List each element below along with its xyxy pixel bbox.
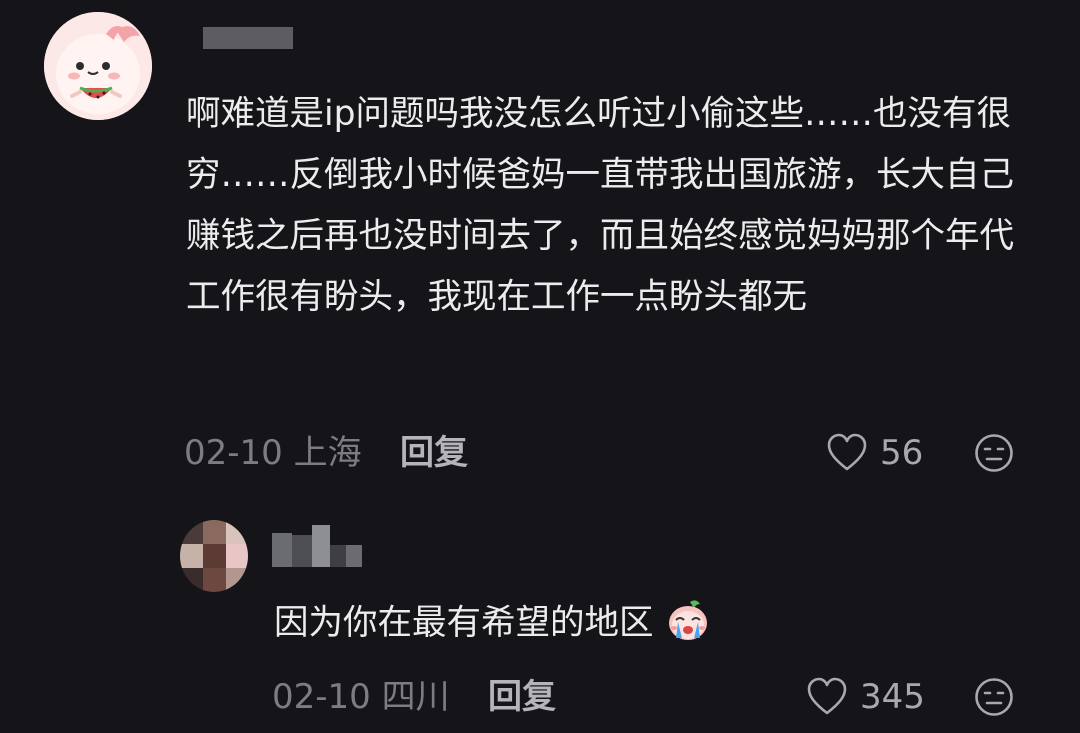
reply-like-count: 345 [860,677,925,717]
reply-date: 02-10 [272,677,371,717]
like-count: 56 [880,433,924,473]
comment-date: 02-10 [184,433,283,473]
heart-outline-icon[interactable] [826,433,868,473]
avatar-cartoon-icon [44,12,152,120]
crying-face-sticker-icon [669,600,708,640]
reply-meta: 02-10 四川 [272,677,450,717]
reply-reply-button[interactable]: 回复 [488,677,556,717]
reply-button[interactable]: 回复 [400,433,468,473]
username-redacted[interactable] [203,27,293,49]
reply-username-redacted[interactable] [272,525,362,567]
comment-text: 啊难道是ip问题吗我没怎么听过小偷这些……也没有很穷……反倒我小时候爸妈一直带我… [186,94,1014,317]
reply-text: 因为你在最有希望的地区 [274,603,654,643]
reply-location: 四川 [381,677,450,717]
meh-face-icon[interactable] [974,433,1014,473]
meh-face-icon[interactable] [974,677,1014,717]
heart-outline-icon[interactable] [806,677,848,717]
reply-avatar[interactable] [180,520,248,592]
comment-location: 上海 [293,433,362,473]
comment-meta: 02-10 上海 [184,433,362,473]
reply-text-line: 因为你在最有希望的地区 [274,598,710,645]
avatar[interactable] [44,12,152,120]
